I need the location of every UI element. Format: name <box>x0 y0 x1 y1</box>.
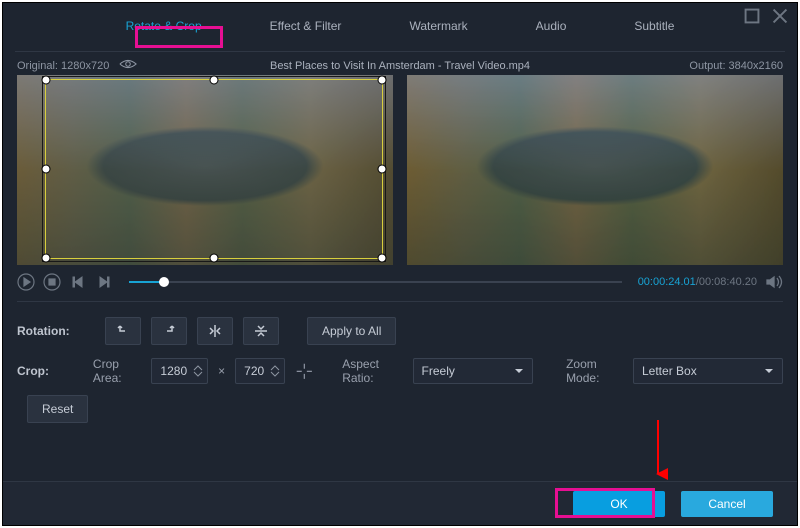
zoom-mode-label: Zoom Mode: <box>566 357 623 385</box>
crop-height-input[interactable]: 720 <box>235 358 285 384</box>
volume-icon[interactable] <box>765 273 783 291</box>
center-crop-icon[interactable] <box>295 360 314 382</box>
seek-thumb[interactable] <box>159 277 169 287</box>
annotation-arrow <box>648 418 668 484</box>
tab-rotate-crop[interactable]: Rotate & Crop <box>116 15 212 37</box>
width-spinner[interactable] <box>193 364 203 378</box>
apply-to-all-button[interactable]: Apply to All <box>307 317 396 345</box>
preview-visibility-icon[interactable] <box>119 58 137 73</box>
play-icon[interactable] <box>17 273 35 291</box>
window-controls <box>743 7 789 25</box>
crop-handle-br[interactable] <box>378 254 387 263</box>
crop-handle-bm[interactable] <box>210 254 219 263</box>
prev-frame-icon[interactable] <box>69 273 87 291</box>
maximize-icon[interactable] <box>743 7 761 25</box>
aspect-ratio-label: Aspect Ratio: <box>342 357 402 385</box>
crop-handle-mr[interactable] <box>378 165 387 174</box>
crop-width-input[interactable]: 1280 <box>151 358 208 384</box>
video-info-row: Original: 1280x720 Best Places to Visit … <box>3 52 797 75</box>
seek-bar[interactable] <box>129 274 622 290</box>
cancel-button[interactable]: Cancel <box>681 491 773 517</box>
rotate-left-button[interactable] <box>105 317 141 345</box>
crop-box[interactable] <box>45 79 383 259</box>
crop-handle-tr[interactable] <box>378 76 387 85</box>
crop-row: Crop: Crop Area: 1280 × 720 Aspect Ratio… <box>17 354 783 388</box>
crop-handle-tl[interactable] <box>42 76 51 85</box>
player-bar: 00:00:24.01/00:08:40.20 <box>3 265 797 295</box>
rotation-row: Rotation: Apply to All <box>17 314 783 348</box>
crop-handle-bl[interactable] <box>42 254 51 263</box>
original-resolution-label: Original: 1280x720 <box>17 60 109 72</box>
reset-button[interactable]: Reset <box>27 395 88 423</box>
multiply-sign: × <box>218 364 225 378</box>
tab-bar: Rotate & Crop Effect & Filter Watermark … <box>3 3 797 43</box>
next-frame-icon[interactable] <box>95 273 113 291</box>
output-thumbnail <box>407 75 783 265</box>
flip-vertical-button[interactable] <box>243 317 279 345</box>
tab-audio[interactable]: Audio <box>526 15 577 37</box>
rotation-label: Rotation: <box>17 324 95 338</box>
output-viewport <box>407 75 783 265</box>
controls-panel: Rotation: Apply to All Crop: Crop Area: … <box>3 308 797 426</box>
zoom-mode-dropdown[interactable]: Letter Box <box>633 358 783 384</box>
editor-window: Rotate & Crop Effect & Filter Watermark … <box>2 2 798 526</box>
rotate-right-button[interactable] <box>151 317 187 345</box>
dialog-footer: OK Cancel <box>3 481 797 525</box>
height-spinner[interactable] <box>270 364 280 378</box>
stop-icon[interactable] <box>43 273 61 291</box>
source-viewport[interactable] <box>17 75 393 265</box>
time-display: 00:00:24.01/00:08:40.20 <box>638 276 757 288</box>
crop-area-label: Crop Area: <box>93 357 142 385</box>
preview-area <box>3 75 797 265</box>
close-icon[interactable] <box>771 7 789 25</box>
tab-subtitle[interactable]: Subtitle <box>624 15 684 37</box>
chevron-down-icon <box>514 366 524 376</box>
ok-button[interactable]: OK <box>573 491 665 517</box>
crop-label: Crop: <box>17 364 83 378</box>
output-resolution-label: Output: 3840x2160 <box>689 60 783 72</box>
crop-handle-ml[interactable] <box>42 165 51 174</box>
tab-watermark[interactable]: Watermark <box>399 15 477 37</box>
tab-effect-filter[interactable]: Effect & Filter <box>260 15 352 37</box>
aspect-ratio-dropdown[interactable]: Freely <box>413 358 533 384</box>
crop-handle-tm[interactable] <box>210 76 219 85</box>
reset-row: Reset <box>17 392 783 426</box>
flip-horizontal-button[interactable] <box>197 317 233 345</box>
video-filename: Best Places to Visit In Amsterdam - Trav… <box>270 60 530 72</box>
chevron-down-icon <box>764 366 774 376</box>
